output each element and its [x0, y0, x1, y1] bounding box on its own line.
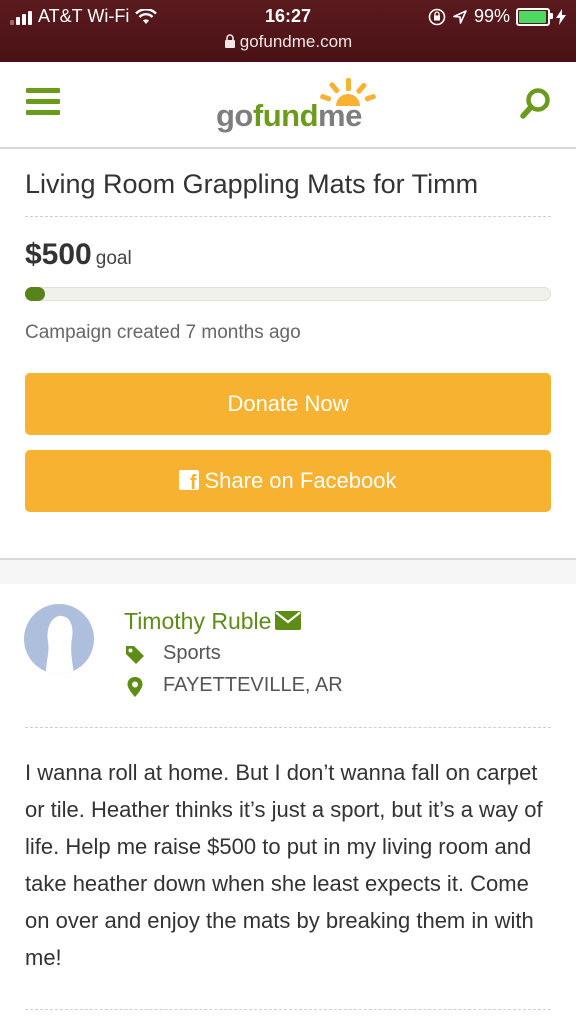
campaign-title: Living Room Grappling Mats for Timm — [25, 169, 479, 199]
facebook-icon: f — [179, 470, 200, 493]
orientation-lock-icon — [428, 8, 446, 25]
lock-icon — [224, 34, 235, 48]
map-marker-icon — [127, 677, 143, 697]
battery-icon — [516, 7, 553, 26]
share-on-facebook-label: Share on Facebook — [204, 468, 397, 493]
status-indicators: 99% — [428, 6, 566, 27]
status-bar: AT&T Wi-Fi 16:27 99% gofundme.com — [0, 0, 576, 62]
section-separator — [0, 558, 576, 584]
logo-text-fund: fund — [252, 98, 319, 133]
progress-bar-fill — [25, 287, 45, 301]
campaign-created: Campaign created 7 months ago — [25, 322, 301, 343]
category-label: Sports — [163, 642, 221, 664]
campaign-story: I wanna roll at home. But I don’t wanna … — [25, 760, 543, 970]
logo-text-go: go — [216, 98, 253, 133]
url-text: gofundme.com — [239, 32, 353, 51]
hamburger-menu-icon[interactable] — [26, 88, 60, 116]
organizer-name: Timothy Ruble — [124, 608, 272, 634]
progress-bar — [25, 287, 551, 301]
gofundme-logo[interactable]: gofundme — [216, 78, 386, 133]
search-icon[interactable] — [518, 86, 554, 122]
logo-text-me: me — [318, 98, 362, 133]
divider — [25, 216, 551, 217]
avatar — [24, 604, 94, 674]
address-bar[interactable]: gofundme.com — [0, 32, 576, 52]
location-arrow-icon — [453, 9, 467, 24]
charging-bolt-icon — [556, 8, 566, 25]
site-header: gofundme — [0, 62, 576, 149]
battery-percent: 99% — [473, 6, 510, 26]
goal-label: goal — [95, 248, 132, 269]
donate-now-button[interactable]: Donate Now — [25, 373, 551, 435]
goal-block: $500 goal — [25, 238, 132, 272]
divider — [25, 727, 551, 728]
donate-now-label: Donate Now — [227, 391, 349, 416]
location-label: FAYETTEVILLE, AR — [163, 674, 343, 696]
envelope-icon[interactable] — [275, 611, 302, 630]
share-on-facebook-button[interactable]: f Share on Facebook — [25, 450, 551, 512]
goal-amount: $500 — [25, 238, 92, 271]
tag-icon — [126, 646, 144, 664]
organizer-name-link[interactable]: Timothy Ruble — [124, 608, 302, 635]
divider — [25, 1009, 551, 1010]
